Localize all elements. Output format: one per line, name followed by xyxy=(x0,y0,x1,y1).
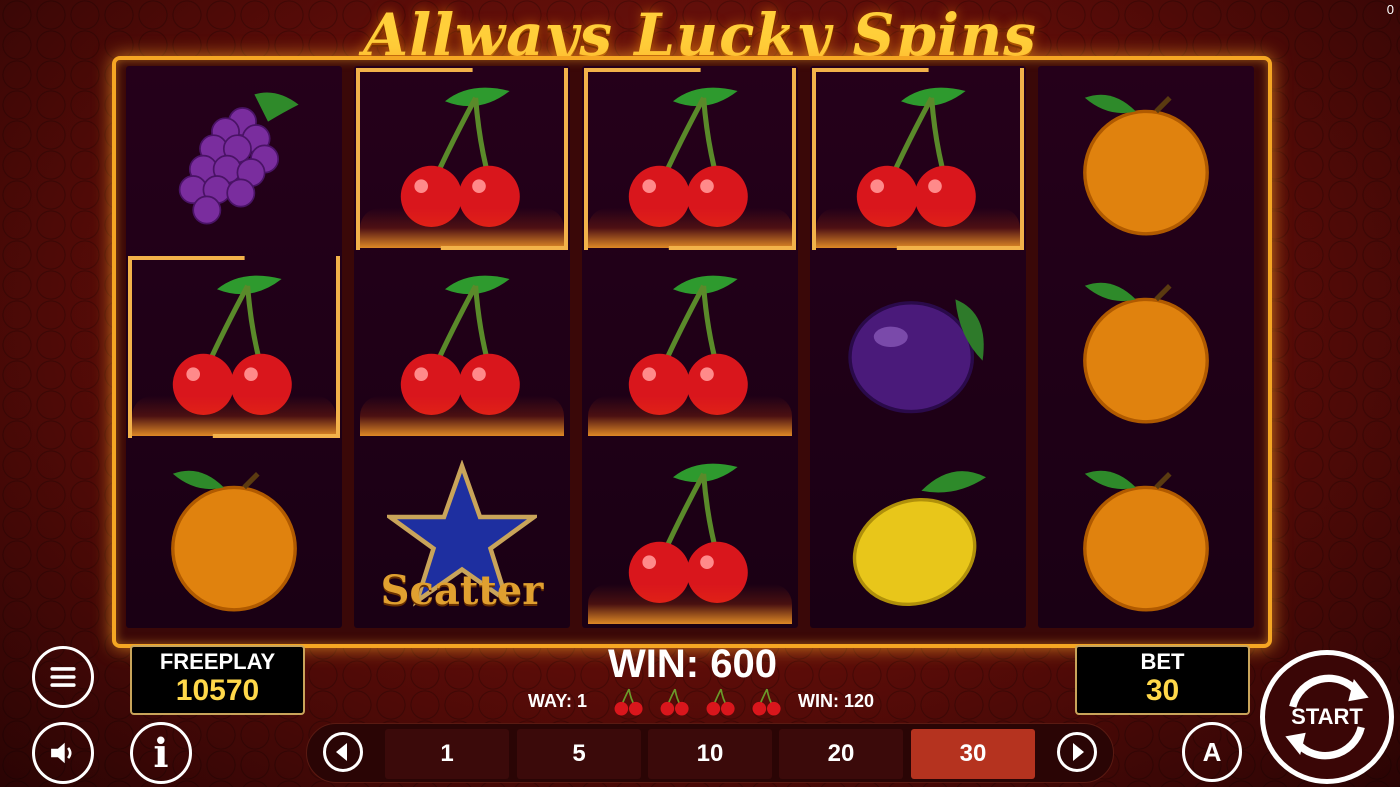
start-label: START xyxy=(1291,704,1363,729)
cherries-icon xyxy=(660,688,689,716)
orange-symbol xyxy=(126,442,342,628)
grapes-icon xyxy=(178,92,299,225)
freeplay-panel: FREEPLAY 10570 xyxy=(130,645,305,715)
reel-4 xyxy=(810,66,1026,628)
cherries-icon xyxy=(752,688,781,716)
plum-icon xyxy=(848,299,984,414)
bet-option-20[interactable]: 20 xyxy=(779,729,903,779)
bet-panel: BET 30 xyxy=(1075,645,1250,715)
cherries-symbol xyxy=(582,442,798,628)
flame-effect xyxy=(588,208,792,248)
orange-icon xyxy=(1083,282,1209,424)
scatter-label: Scatter xyxy=(380,567,544,614)
cherries-symbol xyxy=(354,254,570,440)
speaker-icon xyxy=(51,742,72,764)
grapes-symbol xyxy=(126,66,342,252)
orange-icon xyxy=(1083,470,1209,612)
bet-increase-button[interactable] xyxy=(1057,732,1097,772)
reel-2: Scatter xyxy=(354,66,570,628)
freeplay-value: 10570 xyxy=(175,674,260,707)
lemon-symbol xyxy=(810,442,1026,628)
bet-option-1[interactable]: 1 xyxy=(385,729,509,779)
flame-effect xyxy=(132,396,336,436)
bet-option-30[interactable]: 30 xyxy=(911,729,1035,779)
cherries-icon xyxy=(614,688,643,716)
menu-button[interactable] xyxy=(32,646,94,708)
arrow-left-icon xyxy=(336,743,347,761)
info-icon: i xyxy=(153,729,169,777)
line-win: WIN: 120 xyxy=(798,691,875,711)
cherries-icon xyxy=(706,688,735,716)
reel-3 xyxy=(582,66,798,628)
bet-option-5[interactable]: 5 xyxy=(517,729,641,779)
flame-effect xyxy=(360,396,564,436)
reel-5 xyxy=(1038,66,1254,628)
cherries-symbol xyxy=(354,66,570,252)
lemon-icon xyxy=(852,471,986,606)
bet-label: BET xyxy=(1140,649,1185,674)
scatter-symbol: Scatter xyxy=(354,442,570,628)
hamburger-icon xyxy=(50,667,76,687)
bet-value: 30 xyxy=(1145,674,1180,707)
way-label: WAY: 1 xyxy=(528,691,588,711)
plum-symbol xyxy=(810,254,1026,440)
orange-symbol xyxy=(1038,66,1254,252)
flame-effect xyxy=(588,584,792,624)
bet-selector: 1 5 10 20 30 xyxy=(306,723,1114,783)
orange-symbol xyxy=(1038,254,1254,440)
bet-decrease-button[interactable] xyxy=(323,732,363,772)
orange-symbol xyxy=(1038,442,1254,628)
cherries-symbol xyxy=(810,66,1026,252)
autoplay-icon: A xyxy=(1202,736,1222,767)
info-button[interactable]: i xyxy=(130,722,192,784)
orange-icon xyxy=(171,470,297,612)
cherries-symbol xyxy=(582,254,798,440)
flame-effect xyxy=(360,208,564,248)
total-win: WIN: 600 xyxy=(608,642,777,686)
orange-icon xyxy=(1083,94,1209,236)
bet-option-10[interactable]: 10 xyxy=(648,729,772,779)
flame-effect xyxy=(588,396,792,436)
cherries-symbol xyxy=(582,66,798,252)
flame-effect xyxy=(816,208,1020,248)
sound-button[interactable] xyxy=(32,722,94,784)
arrow-right-icon xyxy=(1073,743,1084,761)
win-symbols xyxy=(612,684,786,718)
reel-1 xyxy=(126,66,342,628)
start-button[interactable]: START xyxy=(1260,650,1394,784)
cherries-symbol xyxy=(126,254,342,440)
autoplay-button[interactable]: A xyxy=(1182,722,1242,782)
freeplay-label: FREEPLAY xyxy=(159,649,276,674)
